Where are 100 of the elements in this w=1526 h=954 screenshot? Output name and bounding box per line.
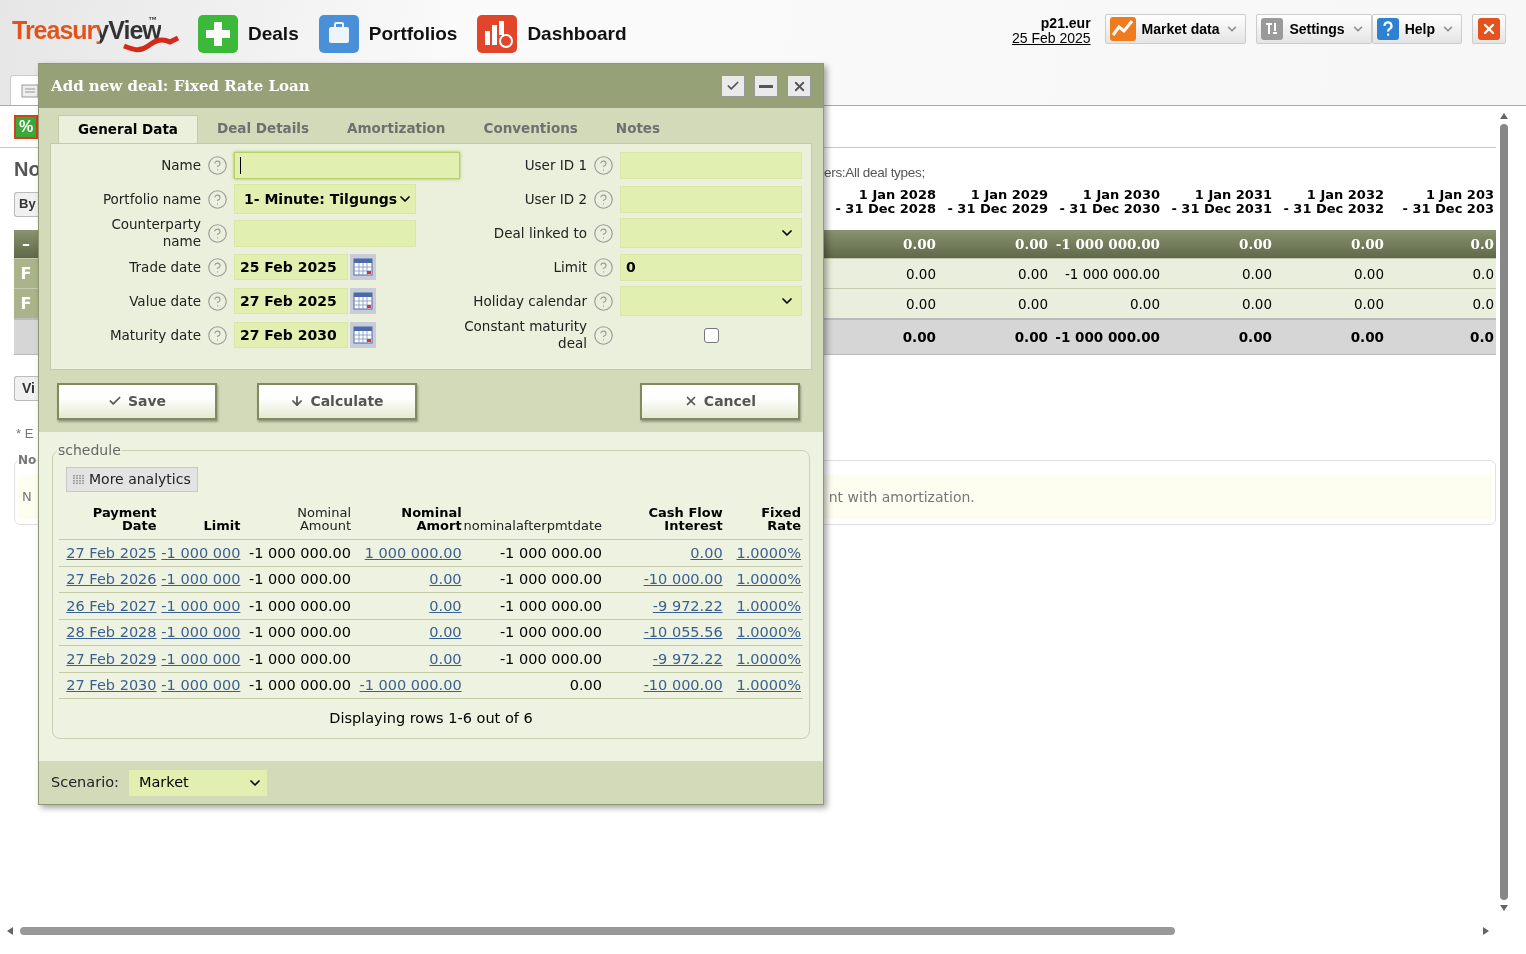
collapse-icon[interactable]: – xyxy=(14,232,38,256)
help-icon[interactable] xyxy=(207,324,228,346)
text-field[interactable] xyxy=(234,219,416,247)
note-text: N xyxy=(22,488,32,507)
toolbar-button[interactable]: Market data xyxy=(1104,14,1247,44)
value-link[interactable]: -9 972.22 xyxy=(652,597,723,614)
help-icon[interactable] xyxy=(593,256,614,278)
nav-link[interactable]: Dashboard xyxy=(477,15,627,53)
tab[interactable]: Conventions xyxy=(464,113,597,143)
select-field[interactable] xyxy=(620,218,802,248)
by-button[interactable]: By xyxy=(14,191,38,217)
action-button[interactable]: Save xyxy=(57,382,217,420)
value-link[interactable]: 1.0000% xyxy=(736,677,801,694)
value-link[interactable]: -1 000 000 xyxy=(161,624,241,641)
value-link[interactable]: 26 Feb 2027 xyxy=(66,597,157,614)
nav-link[interactable]: Deals xyxy=(198,15,299,53)
value-link[interactable]: -1 000 000 xyxy=(161,544,241,561)
date-field[interactable]: 25 Feb 2025 xyxy=(234,254,348,280)
value-link[interactable]: 1.0000% xyxy=(736,571,801,588)
checkbox[interactable] xyxy=(703,327,719,343)
text-field[interactable]: 0 xyxy=(620,253,802,281)
toolbar-button[interactable]: Settings xyxy=(1256,14,1372,44)
value-link[interactable]: 1.0000% xyxy=(736,650,801,667)
table-cell: 0.00 xyxy=(1241,265,1272,282)
text-field[interactable] xyxy=(620,185,802,213)
value-link[interactable]: -1 000 000 xyxy=(161,650,241,667)
scrollbar-thumb[interactable] xyxy=(1500,124,1508,900)
tab[interactable]: Notes xyxy=(596,113,680,143)
help-icon[interactable] xyxy=(207,154,228,176)
help-icon[interactable] xyxy=(593,290,614,312)
table-cell: 0.00 xyxy=(1353,295,1384,312)
value-link[interactable]: 0.00 xyxy=(429,571,462,588)
value-link[interactable]: -10 000.00 xyxy=(643,571,723,588)
help-icon[interactable] xyxy=(593,222,614,244)
date-field[interactable]: 27 Feb 2030 xyxy=(234,322,348,348)
confirm-button[interactable] xyxy=(721,75,745,97)
close-button[interactable] xyxy=(787,75,811,97)
help-icon[interactable] xyxy=(207,290,228,312)
nav-link[interactable]: Portfolios xyxy=(318,15,458,53)
value-link[interactable]: 0.00 xyxy=(429,597,462,614)
tab[interactable]: Deal Details xyxy=(198,113,328,143)
help-icon[interactable] xyxy=(593,324,614,346)
action-button[interactable]: Calculate xyxy=(257,382,417,420)
date-field[interactable]: 27 Feb 2025 xyxy=(234,288,348,314)
value-link[interactable]: -1 000 000 xyxy=(161,571,241,588)
value-link[interactable]: 1.0000% xyxy=(736,597,801,614)
calendar-icon[interactable] xyxy=(350,322,376,348)
value-link[interactable]: -1 000 000.00 xyxy=(359,677,462,694)
scrollbar-thumb[interactable] xyxy=(20,927,1175,935)
scroll-right-icon[interactable] xyxy=(1482,926,1490,936)
value-link[interactable]: 1.0000% xyxy=(736,544,801,561)
help-icon[interactable] xyxy=(207,222,228,244)
value-link[interactable]: 28 Feb 2028 xyxy=(66,624,157,641)
value-link[interactable]: 0.00 xyxy=(429,624,462,641)
table-cell: -1 000 000.00 xyxy=(248,624,351,641)
value-link[interactable]: 27 Feb 2025 xyxy=(66,544,157,561)
scenario-select[interactable]: Market xyxy=(128,769,267,796)
calendar-icon[interactable] xyxy=(350,288,376,314)
percent-badge[interactable]: % xyxy=(14,114,39,139)
field-label: Deal linked to xyxy=(492,224,587,242)
minimize-button[interactable] xyxy=(754,75,778,97)
calendar-icon[interactable] xyxy=(350,254,376,280)
table-cell: 0.0 xyxy=(1470,329,1494,345)
value-link[interactable]: -10 055.56 xyxy=(643,624,723,641)
help-icon[interactable] xyxy=(207,188,228,210)
value-link[interactable]: -1 000 000 xyxy=(161,677,241,694)
value-link[interactable]: 0.00 xyxy=(429,650,462,667)
text-field[interactable] xyxy=(234,151,460,179)
value-link[interactable]: 27 Feb 2029 xyxy=(66,650,157,667)
date-link[interactable]: 25 Feb 2025 xyxy=(1012,31,1091,46)
footnote-text: * E xyxy=(16,426,34,441)
value-link[interactable]: -1 000 000 xyxy=(161,597,241,614)
text-field[interactable] xyxy=(620,151,802,179)
view-button[interactable]: Vi xyxy=(14,376,38,401)
help-icon[interactable] xyxy=(593,154,614,176)
value-link[interactable]: 0.00 xyxy=(690,544,723,561)
action-button[interactable]: Cancel xyxy=(640,382,800,420)
toolbar-button[interactable]: Help xyxy=(1371,14,1462,44)
value-link[interactable]: 1 000 000.00 xyxy=(364,544,462,561)
help-icon[interactable] xyxy=(207,256,228,278)
column-header: Nominal Amount xyxy=(296,506,351,532)
value-link[interactable]: 1.0000% xyxy=(736,624,801,641)
value-link[interactable]: 27 Feb 2026 xyxy=(66,571,157,588)
select-field[interactable] xyxy=(620,286,802,316)
value-link[interactable]: -10 000.00 xyxy=(643,677,723,694)
table-cell: 0.00 xyxy=(905,265,936,282)
field-label: Constant maturity deal xyxy=(463,318,587,352)
value-link[interactable]: 27 Feb 2030 xyxy=(66,677,157,694)
scroll-up-icon[interactable] xyxy=(1499,112,1509,120)
tab[interactable]: General Data xyxy=(58,115,198,143)
logout-button[interactable] xyxy=(1472,14,1506,44)
scroll-left-icon[interactable] xyxy=(6,926,14,936)
tab[interactable]: Amortization xyxy=(328,113,465,143)
value-link[interactable]: -9 972.22 xyxy=(652,650,723,667)
scroll-down-icon[interactable] xyxy=(1499,904,1509,912)
select-field[interactable]: 1- Minute: Tilgungs xyxy=(234,184,416,214)
more-analytics-button[interactable]: More analytics xyxy=(66,467,198,492)
table-cell: 0.00 xyxy=(1017,265,1048,282)
help-icon[interactable] xyxy=(593,188,614,210)
plus-icon xyxy=(198,15,238,53)
